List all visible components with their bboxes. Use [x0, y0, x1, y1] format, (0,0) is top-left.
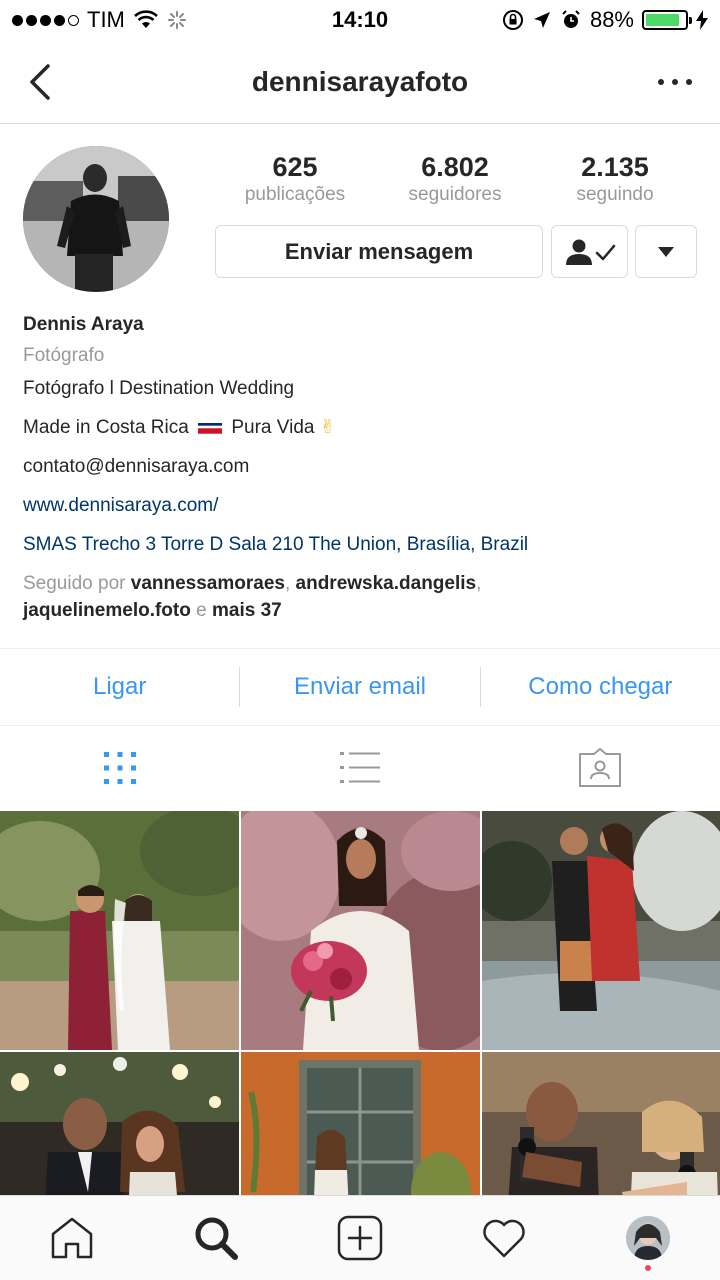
contact-actions: Ligar Enviar email Como chegar [0, 648, 720, 726]
tab-new-post[interactable] [288, 1196, 432, 1280]
stat-following[interactable]: 2.135 seguindo [535, 152, 695, 208]
tagged-photos-icon [579, 748, 621, 787]
status-bar: TIM 14:10 88% [0, 0, 720, 40]
followed-by-user[interactable]: andrewska.dangelis [296, 573, 477, 594]
following-status-button[interactable] [551, 225, 628, 278]
bio-line-2-text: Made in Costa Rica [23, 417, 189, 438]
battery-icon [642, 10, 692, 30]
alarm-icon [562, 10, 580, 28]
tab-tagged-photos[interactable] [480, 726, 720, 810]
followed-by-more[interactable]: mais 37 [212, 600, 282, 621]
profile-full-name: Dennis Araya [23, 314, 144, 335]
stat-posts-label: publicações [244, 184, 346, 205]
stat-posts-value: 625 [272, 152, 318, 182]
back-button[interactable] [20, 58, 60, 106]
carrier-label: TIM [87, 7, 125, 32]
status-right: 88% [502, 7, 708, 33]
stat-followers-label: seguidores [408, 184, 502, 205]
profile-stats: 625 publicações 6.802 seguidores 2.135 s… [215, 152, 695, 208]
call-button[interactable]: Ligar [0, 667, 239, 707]
chevron-left-icon [30, 64, 50, 100]
more-horizontal-icon [658, 79, 664, 85]
user-check-icon [565, 239, 615, 265]
post-thumbnail[interactable] [482, 811, 720, 1050]
victory-hand-emoji: ✌ [319, 417, 336, 438]
post-thumbnail[interactable] [0, 811, 239, 1050]
profile-avatar[interactable] [23, 146, 169, 292]
followed-by-info[interactable]: Seguido por vannessamoraes, andrewska.da… [23, 570, 703, 624]
email-button[interactable]: Enviar email [240, 667, 479, 707]
post-thumbnail[interactable] [241, 811, 480, 1050]
profile-bio: Dennis Araya Fotógrafo Fotógrafo l Desti… [23, 312, 703, 624]
profile-category: Fotógrafo [23, 345, 105, 366]
post-thumbnail[interactable] [482, 1052, 720, 1195]
and-word: e [196, 600, 207, 621]
stat-posts[interactable]: 625 publicações [215, 152, 375, 208]
separator-comma: , [284, 573, 291, 594]
post-thumbnail[interactable] [241, 1052, 480, 1195]
tab-search[interactable] [144, 1196, 288, 1280]
followed-by-user[interactable]: jaquelinemelo.foto [23, 600, 191, 621]
tab-activity[interactable] [432, 1196, 576, 1280]
status-left: TIM [12, 7, 187, 33]
tab-list-view[interactable] [240, 726, 480, 810]
bottom-tab-bar [0, 1195, 720, 1280]
home-icon [51, 1217, 93, 1259]
directions-button[interactable]: Como chegar [481, 667, 720, 707]
list-view-icon [340, 752, 380, 783]
notification-dot [645, 1264, 651, 1271]
separator-comma: , [476, 573, 482, 594]
bio-line-2: Made in Costa Rica Pura Vida ✌ [23, 413, 703, 452]
bio-line-1: Fotógrafo l Destination Wedding [23, 378, 295, 399]
profile-username-title: dennisarayafoto [251, 65, 469, 97]
stat-following-value: 2.135 [581, 152, 649, 182]
search-icon [195, 1217, 238, 1260]
tab-home[interactable] [0, 1196, 144, 1280]
navigation-bar: dennisarayafoto [0, 40, 720, 124]
heart-icon [483, 1219, 525, 1258]
tab-own-profile[interactable] [576, 1196, 720, 1280]
location-icon [533, 12, 550, 28]
signal-icon [12, 14, 79, 26]
battery-percent: 88% [589, 7, 634, 32]
tab-grid-view[interactable] [0, 726, 240, 810]
more-options-button[interactable] [658, 68, 692, 96]
bio-line-2-tail: Pura Vida [231, 417, 315, 438]
posts-grid [0, 811, 720, 1195]
profile-address-link[interactable]: SMAS Trecho 3 Torre D Sala 210 The Union… [23, 530, 703, 569]
wifi-icon [133, 10, 158, 28]
post-thumbnail[interactable] [0, 1052, 239, 1195]
own-profile-avatar [626, 1216, 670, 1260]
costa-rica-flag-icon [198, 419, 223, 435]
rotation-lock-icon [502, 10, 523, 30]
triangle-down-icon [658, 246, 674, 257]
add-post-icon [337, 1215, 383, 1261]
charging-bolt-icon [696, 10, 708, 30]
stat-followers-value: 6.802 [421, 152, 489, 182]
profile-website-link[interactable]: www.dennisaraya.com/ [23, 491, 703, 530]
grid-view-icon [104, 752, 136, 784]
bio-email: contato@dennisaraya.com [23, 456, 250, 477]
send-message-button[interactable]: Enviar mensagem [215, 225, 543, 278]
profile-view-tabs [0, 726, 720, 810]
stat-following-label: seguindo [576, 184, 654, 205]
loading-spinner-icon [167, 11, 186, 29]
followed-by-user[interactable]: vannessamoraes [131, 573, 285, 594]
suggestions-dropdown-button[interactable] [635, 225, 697, 278]
stat-followers[interactable]: 6.802 seguidores [375, 152, 535, 208]
followed-by-prefix: Seguido por [23, 573, 126, 594]
